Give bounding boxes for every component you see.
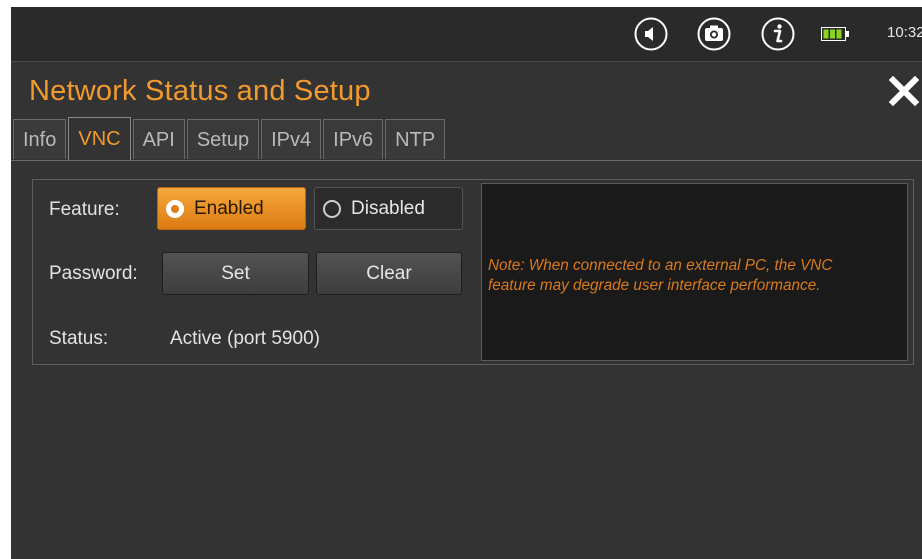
page-title: Network Status and Setup [29,75,371,107]
vnc-note: Note: When connected to an external PC, … [488,256,908,296]
status-label: Status: [49,328,109,349]
note-line-1: Note: When connected to an external PC, … [488,257,833,274]
tab-ipv4[interactable]: IPv4 [261,119,322,159]
tab-vnc[interactable]: VNC [68,117,131,161]
status-bar: 10:32 [11,7,922,62]
feature-label: Feature: [49,199,120,220]
note-line-2: feature may degrade user interface perfo… [488,277,821,294]
battery-icon [821,27,849,41]
clock-time: 10:32 [887,24,922,41]
feature-enabled-radio[interactable]: Enabled [157,187,306,230]
close-icon[interactable] [889,76,919,106]
feature-disabled-radio[interactable]: Disabled [314,187,463,230]
tab-api[interactable]: API [132,119,185,159]
tab-ipv6[interactable]: IPv6 [323,119,384,159]
enabled-label: Enabled [194,198,264,219]
status-value: Active (port 5900) [170,328,320,349]
tab-bar: Info VNC API Setup IPv4 IPv6 NTP [13,117,447,161]
speaker-icon[interactable] [634,17,668,51]
info-icon[interactable] [761,17,795,51]
device-screen: 10:32 Network Status and Setup Info VNC … [11,7,922,559]
tab-info[interactable]: Info [13,119,67,159]
note-box: Note: When connected to an external PC, … [481,183,908,361]
tab-divider [11,160,922,161]
disabled-label: Disabled [351,198,425,219]
clear-password-button[interactable]: Clear [316,252,462,295]
camera-icon[interactable] [697,17,731,51]
radio-selected-icon [166,200,184,218]
dialog-header: Network Status and Setup [11,62,922,124]
password-label: Password: [49,263,138,284]
radio-unselected-icon [323,200,341,218]
tab-setup[interactable]: Setup [186,119,260,159]
tab-ntp[interactable]: NTP [385,119,446,159]
set-password-button[interactable]: Set [162,252,309,295]
